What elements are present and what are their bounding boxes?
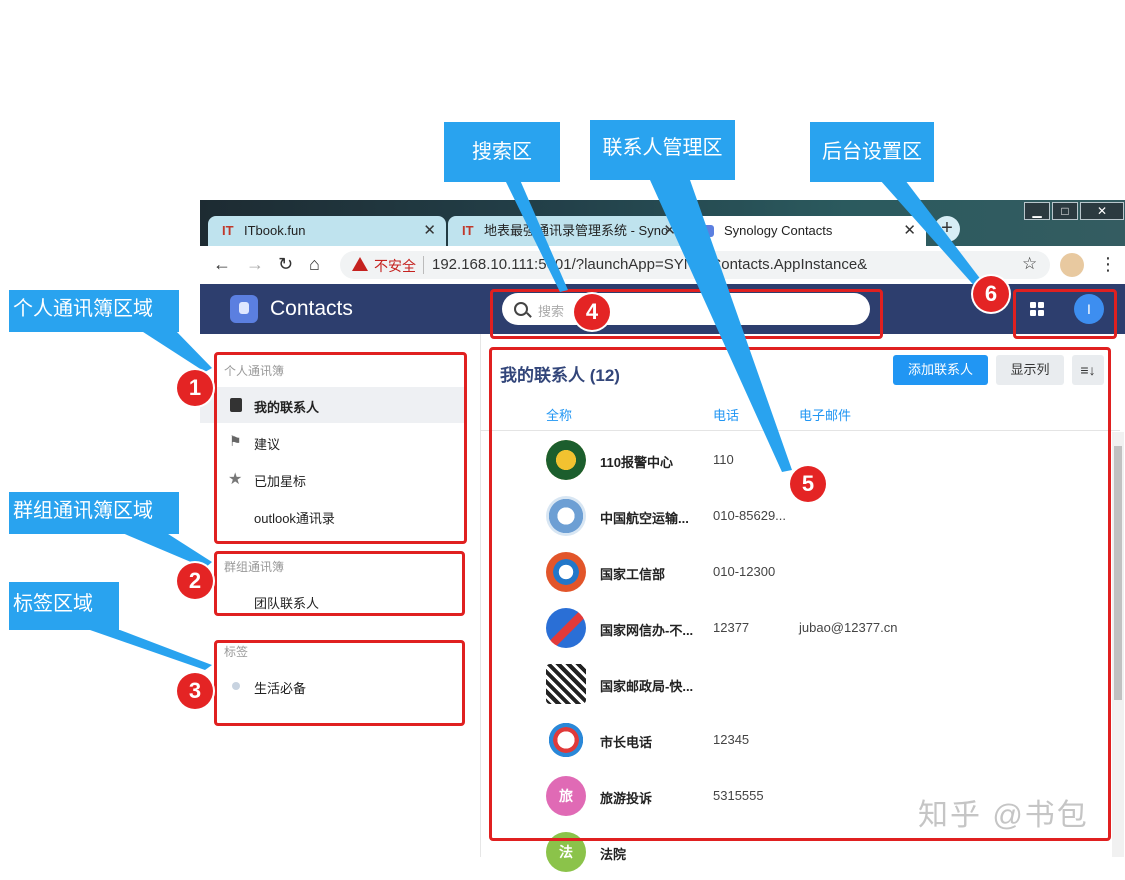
annotation-number: 1 xyxy=(177,370,213,406)
callout-personal: 个人通讯簿区域 xyxy=(9,290,179,332)
callout-search: 搜索区 xyxy=(444,122,560,182)
pointer-search xyxy=(505,180,568,292)
annotation-number: 3 xyxy=(177,673,213,709)
pointer-personal xyxy=(140,330,212,372)
pointer-settings xyxy=(880,180,985,290)
callout-labels: 标签区域 xyxy=(9,582,119,630)
pointer-labels xyxy=(90,630,212,670)
callout-contact-mgmt: 联系人管理区 xyxy=(590,120,735,180)
annotation-number: 4 xyxy=(574,294,610,330)
watermark: 知乎 @书包 xyxy=(918,799,1089,832)
annotation-number: 5 xyxy=(790,466,826,502)
annotation-number: 2 xyxy=(177,563,213,599)
annotation-number: 6 xyxy=(973,276,1009,312)
callout-pointers xyxy=(90,180,985,670)
callout-group: 群组通讯簿区域 xyxy=(9,492,179,534)
pointer-contact-mgmt xyxy=(650,180,792,472)
callout-settings: 后台设置区 xyxy=(810,122,934,182)
